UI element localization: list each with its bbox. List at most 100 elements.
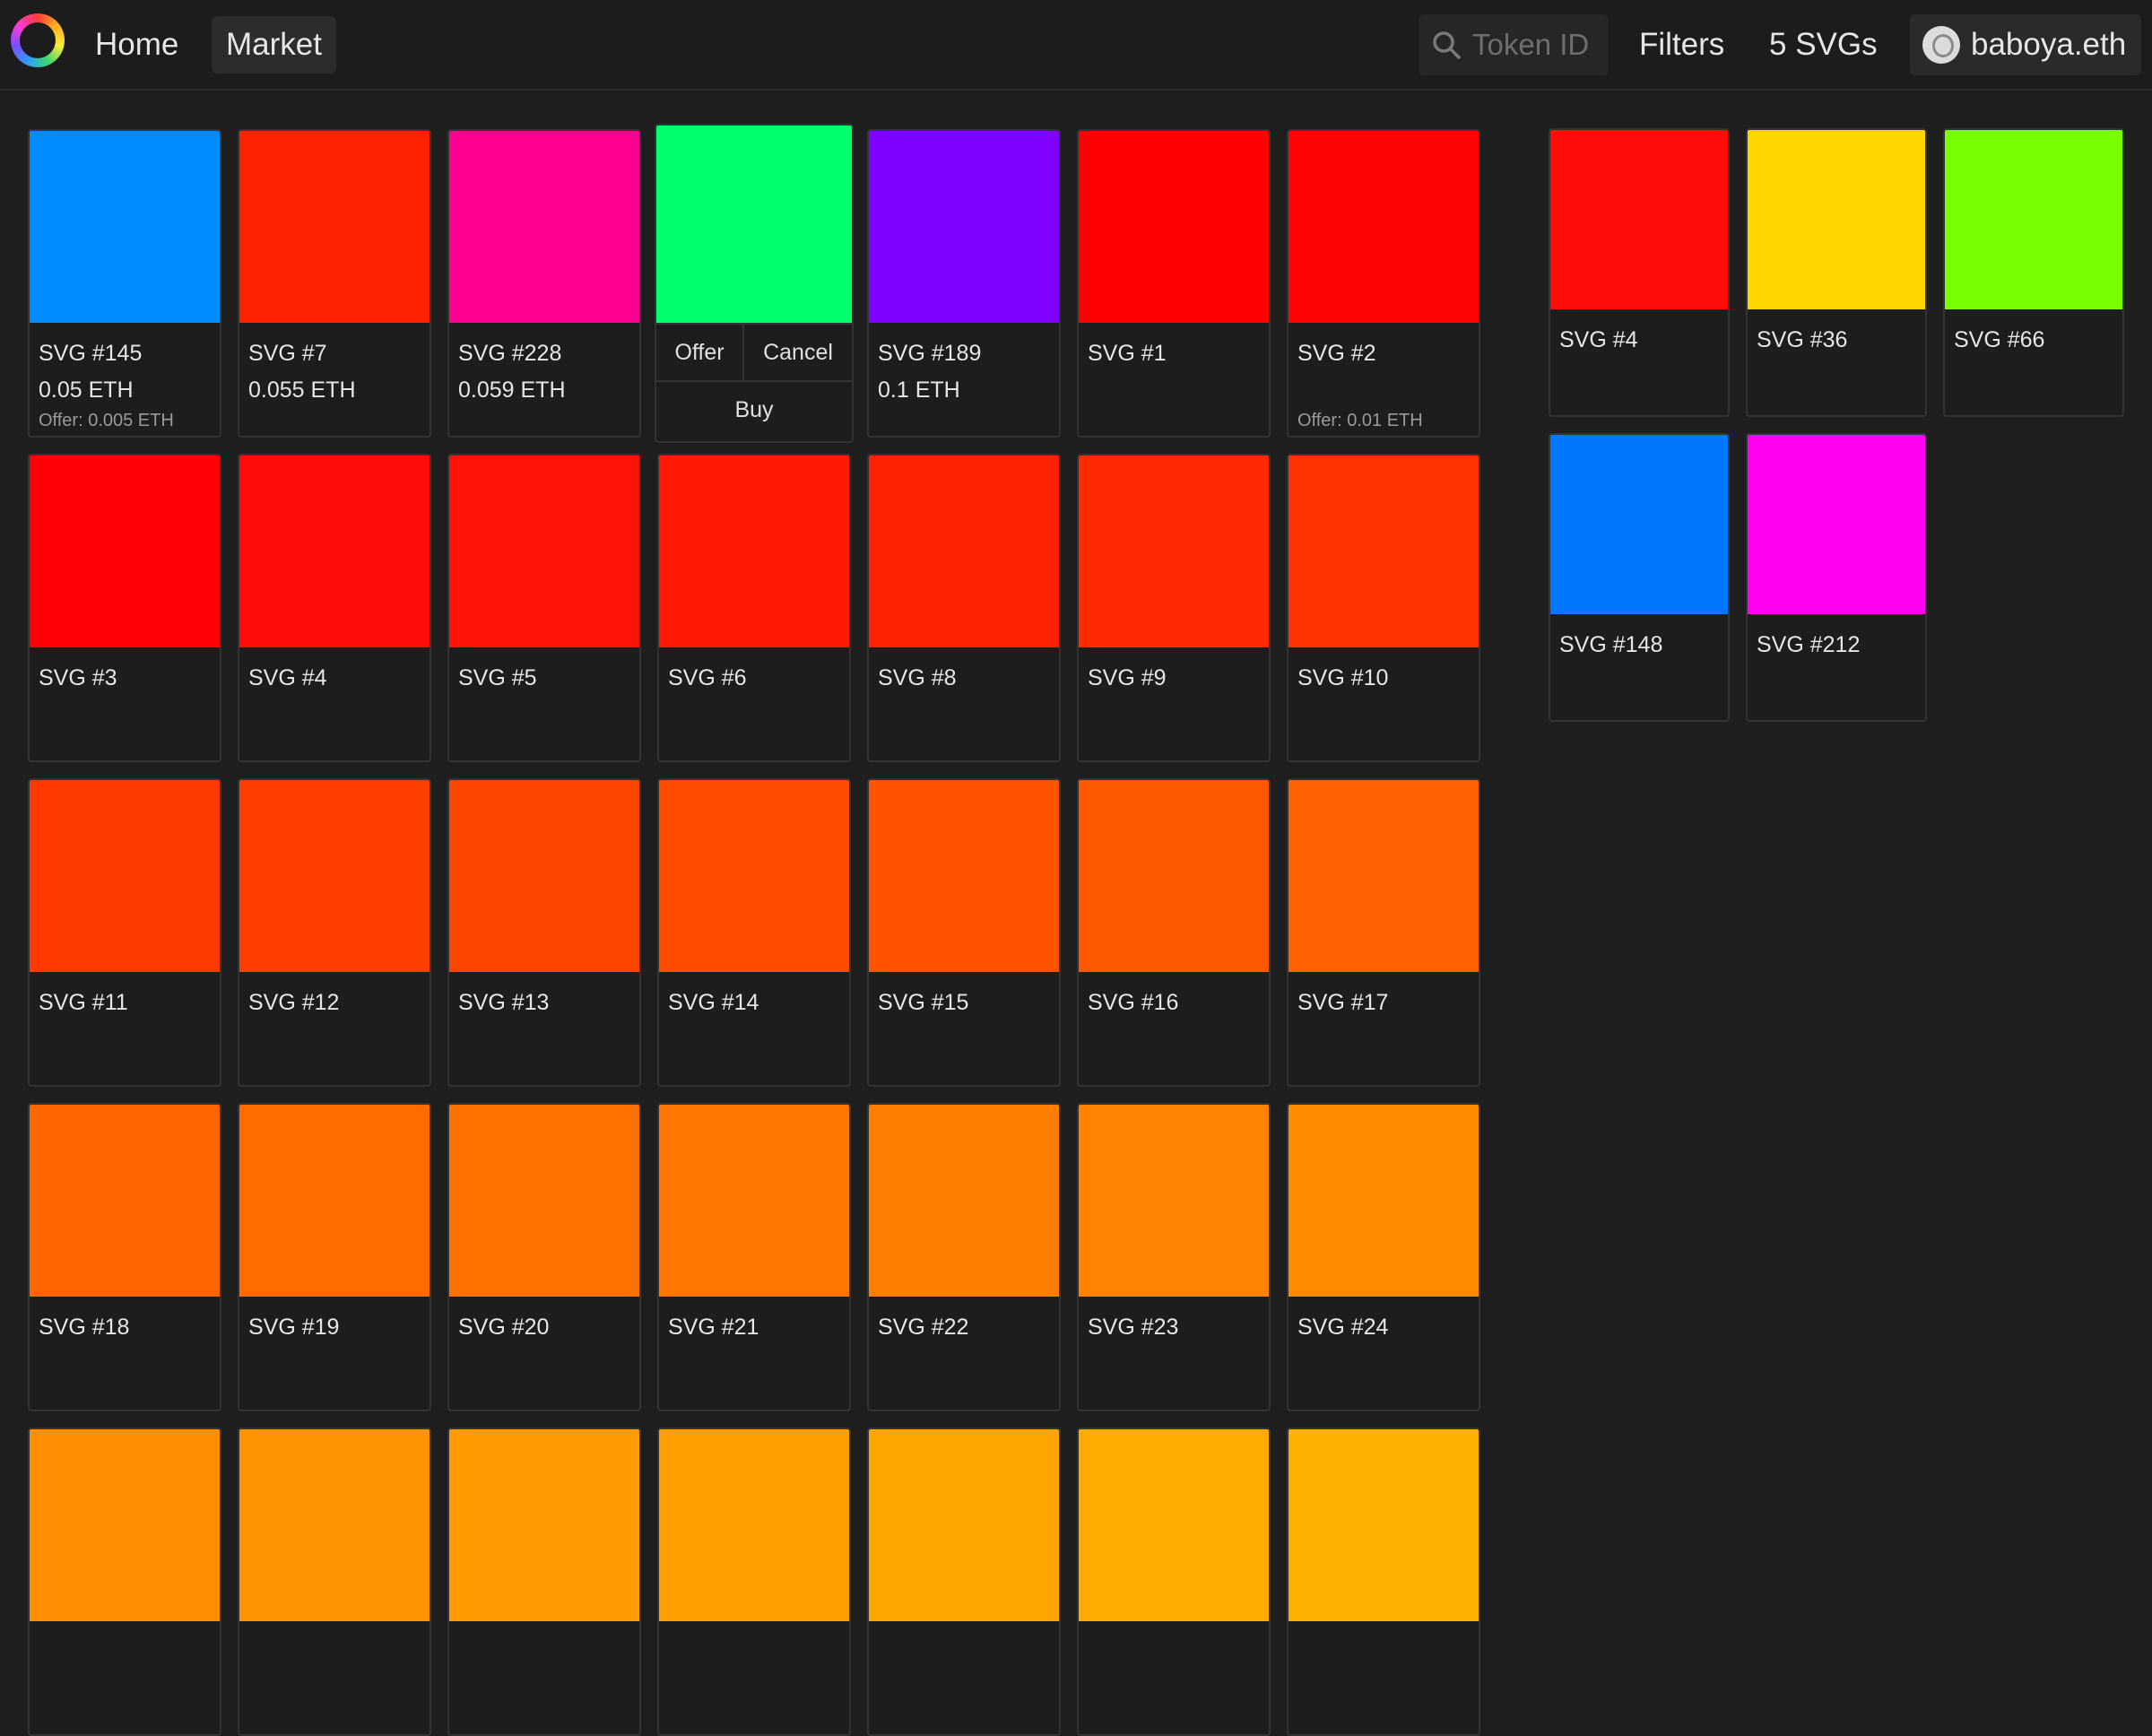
market-card[interactable]: SVG #23: [1077, 1103, 1271, 1411]
color-swatch: [869, 131, 1059, 323]
market-card[interactable]: SVG #24: [1287, 1103, 1480, 1411]
market-card[interactable]: SVG #10: [1287, 454, 1480, 762]
market-card[interactable]: SVG #3: [28, 454, 221, 762]
card-title: SVG #21: [668, 1315, 759, 1340]
card-actions-buy-row: Buy: [656, 380, 852, 441]
color-swatch: [659, 456, 849, 647]
color-swatch: [1079, 131, 1269, 323]
market-card[interactable]: [28, 1428, 221, 1736]
market-card[interactable]: [657, 1428, 851, 1736]
market-card[interactable]: SVG #189 0.1 ETH: [867, 129, 1061, 438]
owned-card[interactable]: SVG #36: [1746, 128, 1927, 417]
market-card[interactable]: [867, 1428, 1061, 1736]
market-card[interactable]: [447, 1428, 641, 1736]
market-card[interactable]: SVG #9: [1077, 454, 1271, 762]
market-card[interactable]: SVG #12: [238, 778, 431, 1087]
card-title: SVG #3: [39, 665, 117, 690]
card-title: SVG #12: [248, 990, 340, 1015]
card-title: SVG #11: [39, 990, 128, 1015]
color-swatch: [30, 131, 220, 323]
color-swatch: [1945, 130, 2122, 309]
buy-button[interactable]: Buy: [656, 382, 852, 438]
market-card[interactable]: SVG #20: [447, 1103, 641, 1411]
account-button[interactable]: baboya.eth: [1910, 14, 2141, 75]
token-id-input[interactable]: [1472, 22, 1602, 68]
card-title: SVG #189: [878, 341, 982, 366]
card-price: 0.1 ETH: [878, 378, 960, 403]
color-swatch: [449, 1105, 639, 1297]
owned-card[interactable]: SVG #66: [1943, 128, 2124, 417]
owned-card[interactable]: SVG #148: [1549, 433, 1730, 722]
market-card[interactable]: SVG #11: [28, 778, 221, 1087]
color-swatch: [1079, 1105, 1269, 1297]
market-card[interactable]: [238, 1428, 431, 1736]
color-swatch: [1289, 1105, 1479, 1297]
market-card[interactable]: SVG #19: [238, 1103, 431, 1411]
color-swatch: [449, 780, 639, 972]
market-card[interactable]: SVG #6: [657, 454, 851, 762]
account-name: baboya.eth: [1971, 27, 2127, 62]
market-card[interactable]: SVG #16: [1077, 778, 1271, 1087]
card-title: SVG #19: [248, 1315, 340, 1340]
market-card[interactable]: Offer Cancel Buy: [655, 124, 854, 443]
card-price: 0.05 ETH: [39, 378, 134, 403]
color-swatch: [1289, 1429, 1479, 1621]
card-title: SVG #14: [668, 990, 759, 1015]
nav-market-link[interactable]: Market: [212, 16, 336, 74]
market-card[interactable]: SVG #15: [867, 778, 1061, 1087]
card-title: SVG #6: [668, 665, 747, 690]
color-swatch: [659, 1105, 849, 1297]
svg-count-button[interactable]: 5 SVGs: [1769, 14, 1878, 75]
color-swatch: [659, 1429, 849, 1621]
market-card[interactable]: SVG #21: [657, 1103, 851, 1411]
card-title: SVG #228: [458, 341, 562, 366]
market-card[interactable]: SVG #22: [867, 1103, 1061, 1411]
market-card[interactable]: SVG #1: [1077, 129, 1271, 438]
card-title: SVG #4: [248, 665, 327, 690]
market-card[interactable]: SVG #145 0.05 ETH Offer: 0.005 ETH: [28, 129, 221, 438]
market-card[interactable]: SVG #14: [657, 778, 851, 1087]
color-swatch: [1550, 130, 1728, 309]
card-title: SVG #13: [458, 990, 550, 1015]
color-swatch: [869, 456, 1059, 647]
market-card[interactable]: SVG #8: [867, 454, 1061, 762]
market-card[interactable]: SVG #4: [238, 454, 431, 762]
card-title: SVG #1: [1088, 341, 1167, 366]
color-swatch: [1289, 131, 1479, 323]
nav-home-link[interactable]: Home: [81, 16, 193, 74]
card-offer: Offer: 0.01 ETH: [1297, 411, 1423, 430]
card-title: SVG #145: [39, 341, 143, 366]
market-card[interactable]: SVG #2 Offer: 0.01 ETH: [1287, 129, 1480, 438]
color-swatch: [239, 1105, 430, 1297]
market-card[interactable]: SVG #228 0.059 ETH: [447, 129, 641, 438]
color-swatch: [1748, 130, 1925, 309]
market-card[interactable]: SVG #18: [28, 1103, 221, 1411]
avatar: [1922, 26, 1960, 64]
app-logo-icon[interactable]: [11, 13, 65, 67]
market-card[interactable]: SVG #17: [1287, 778, 1480, 1087]
filters-button[interactable]: Filters: [1639, 14, 1724, 75]
card-actions: Offer Cancel: [656, 323, 852, 380]
card-title: SVG #212: [1757, 632, 1861, 657]
owned-card[interactable]: SVG #212: [1746, 433, 1927, 722]
color-swatch: [30, 780, 220, 972]
card-title: SVG #17: [1297, 990, 1389, 1015]
card-title: SVG #5: [458, 665, 537, 690]
cancel-button[interactable]: Cancel: [744, 325, 852, 380]
card-title: SVG #18: [39, 1315, 130, 1340]
market-card[interactable]: SVG #13: [447, 778, 641, 1087]
market-card[interactable]: [1077, 1428, 1271, 1736]
card-title: SVG #10: [1297, 665, 1389, 690]
token-search[interactable]: [1419, 14, 1609, 75]
color-swatch: [659, 780, 849, 972]
card-title: SVG #36: [1757, 327, 1848, 352]
card-price: 0.059 ETH: [458, 378, 566, 403]
owned-card[interactable]: SVG #4: [1549, 128, 1730, 417]
card-title: SVG #24: [1297, 1315, 1389, 1340]
offer-button[interactable]: Offer: [656, 325, 744, 380]
market-card[interactable]: SVG #7 0.055 ETH: [238, 129, 431, 438]
search-icon: [1433, 31, 1461, 59]
market-card[interactable]: [1287, 1428, 1480, 1736]
market-card[interactable]: SVG #5: [447, 454, 641, 762]
card-title: SVG #2: [1297, 341, 1376, 366]
